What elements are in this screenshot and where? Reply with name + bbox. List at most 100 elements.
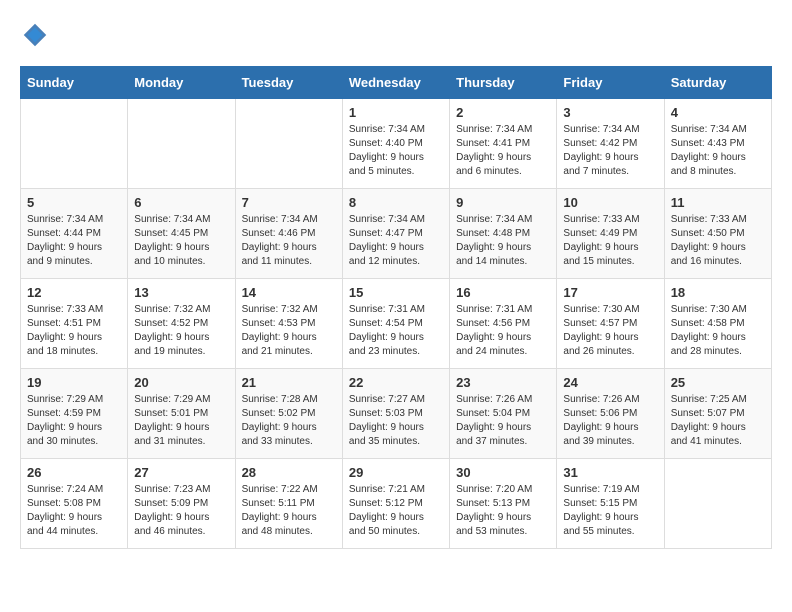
cell-week4-day2: 21 Sunrise: 7:28 AMSunset: 5:02 PMDayligh… — [235, 369, 342, 459]
day-number: 2 — [456, 105, 550, 120]
day-info: Sunrise: 7:32 AMSunset: 4:53 PMDaylight:… — [242, 303, 336, 359]
day-info: Sunrise: 7:28 AMSunset: 5:02 PMDaylight:… — [242, 393, 336, 449]
day-info: Sunrise: 7:26 AMSunset: 5:06 PMDaylight:… — [563, 393, 657, 449]
cell-week2-day6: 11 Sunrise: 7:33 AMSunset: 4:50 PMDayligh… — [664, 189, 771, 279]
calendar-header: SundayMondayTuesdayWednesdayThursdayFrid… — [21, 67, 772, 99]
day-number: 16 — [456, 285, 550, 300]
day-number: 21 — [242, 375, 336, 390]
day-info: Sunrise: 7:34 AMSunset: 4:42 PMDaylight:… — [563, 123, 657, 179]
header-wednesday: Wednesday — [342, 67, 449, 99]
week-row-4: 19Sunrise: 7:29 AMSunset: 4:59 PMDayligh… — [21, 369, 772, 459]
day-number: 29 — [349, 465, 443, 480]
day-info: Sunrise: 7:31 AMSunset: 4:54 PMDaylight:… — [349, 303, 443, 359]
header-sunday: Sunday — [21, 67, 128, 99]
day-number: 27 — [134, 465, 228, 480]
day-info: Sunrise: 7:29 AMSunset: 5:01 PMDaylight:… — [134, 393, 228, 449]
day-number: 19 — [27, 375, 121, 390]
cell-week4-day1: 20 Sunrise: 7:29 AMSunset: 5:01 PMDayligh… — [128, 369, 235, 459]
day-number: 24 — [563, 375, 657, 390]
day-number: 26 — [27, 465, 121, 480]
day-info: Sunrise: 7:34 AMSunset: 4:47 PMDaylight:… — [349, 213, 443, 269]
header-friday: Friday — [557, 67, 664, 99]
day-number: 4 — [671, 105, 765, 120]
day-number: 14 — [242, 285, 336, 300]
cell-week1-day5: 3 Sunrise: 7:34 AMSunset: 4:42 PMDaylight… — [557, 99, 664, 189]
day-info: Sunrise: 7:20 AMSunset: 5:13 PMDaylight:… — [456, 483, 550, 539]
cell-week5-day4: 30 Sunrise: 7:20 AMSunset: 5:13 PMDayligh… — [450, 459, 557, 549]
cell-week3-day6: 18 Sunrise: 7:30 AMSunset: 4:58 PMDayligh… — [664, 279, 771, 369]
cell-week2-day0: 5Sunrise: 7:34 AMSunset: 4:44 PMDaylight… — [21, 189, 128, 279]
cell-week2-day2: 7 Sunrise: 7:34 AMSunset: 4:46 PMDaylight… — [235, 189, 342, 279]
day-info: Sunrise: 7:32 AMSunset: 4:52 PMDaylight:… — [134, 303, 228, 359]
cell-week2-day1: 6Sunrise: 7:34 AMSunset: 4:45 PMDaylight… — [128, 189, 235, 279]
header-tuesday: Tuesday — [235, 67, 342, 99]
week-row-1: 1 Sunrise: 7:34 AMSunset: 4:40 PMDaylight… — [21, 99, 772, 189]
week-row-2: 5Sunrise: 7:34 AMSunset: 4:44 PMDaylight… — [21, 189, 772, 279]
cell-week1-day4: 2Sunrise: 7:34 AMSunset: 4:41 PMDaylight… — [450, 99, 557, 189]
header-monday: Monday — [128, 67, 235, 99]
cell-week2-day3: 8 Sunrise: 7:34 AMSunset: 4:47 PMDaylight… — [342, 189, 449, 279]
cell-week4-day5: 24 Sunrise: 7:26 AMSunset: 5:06 PMDayligh… — [557, 369, 664, 459]
day-number: 5 — [27, 195, 121, 210]
day-number: 15 — [349, 285, 443, 300]
day-number: 23 — [456, 375, 550, 390]
day-info: Sunrise: 7:33 AMSunset: 4:50 PMDaylight:… — [671, 213, 765, 269]
day-info: Sunrise: 7:24 AMSunset: 5:08 PMDaylight:… — [27, 483, 121, 539]
day-info: Sunrise: 7:33 AMSunset: 4:49 PMDaylight:… — [563, 213, 657, 269]
cell-week2-day5: 10 Sunrise: 7:33 AMSunset: 4:49 PMDayligh… — [557, 189, 664, 279]
cell-week1-day2 — [235, 99, 342, 189]
day-number: 9 — [456, 195, 550, 210]
day-info: Sunrise: 7:34 AMSunset: 4:46 PMDaylight:… — [242, 213, 336, 269]
cell-week1-day1 — [128, 99, 235, 189]
cell-week4-day3: 22 Sunrise: 7:27 AMSunset: 5:03 PMDayligh… — [342, 369, 449, 459]
cell-week4-day4: 23Sunrise: 7:26 AMSunset: 5:04 PMDayligh… — [450, 369, 557, 459]
day-info: Sunrise: 7:34 AMSunset: 4:48 PMDaylight:… — [456, 213, 550, 269]
day-number: 17 — [563, 285, 657, 300]
day-number: 25 — [671, 375, 765, 390]
day-number: 31 — [563, 465, 657, 480]
cell-week5-day6 — [664, 459, 771, 549]
header-row: SundayMondayTuesdayWednesdayThursdayFrid… — [21, 67, 772, 99]
cell-week3-day3: 15 Sunrise: 7:31 AMSunset: 4:54 PMDayligh… — [342, 279, 449, 369]
day-info: Sunrise: 7:27 AMSunset: 5:03 PMDaylight:… — [349, 393, 443, 449]
logo-icon — [20, 20, 50, 50]
calendar-body: 1 Sunrise: 7:34 AMSunset: 4:40 PMDaylight… — [21, 99, 772, 549]
cell-week3-day5: 17Sunrise: 7:30 AMSunset: 4:57 PMDayligh… — [557, 279, 664, 369]
cell-week4-day0: 19Sunrise: 7:29 AMSunset: 4:59 PMDayligh… — [21, 369, 128, 459]
day-number: 28 — [242, 465, 336, 480]
day-number: 6 — [134, 195, 228, 210]
day-number: 1 — [349, 105, 443, 120]
day-info: Sunrise: 7:34 AMSunset: 4:43 PMDaylight:… — [671, 123, 765, 179]
day-info: Sunrise: 7:21 AMSunset: 5:12 PMDaylight:… — [349, 483, 443, 539]
day-number: 10 — [563, 195, 657, 210]
cell-week3-day1: 13 Sunrise: 7:32 AMSunset: 4:52 PMDayligh… — [128, 279, 235, 369]
day-number: 11 — [671, 195, 765, 210]
day-info: Sunrise: 7:22 AMSunset: 5:11 PMDaylight:… — [242, 483, 336, 539]
week-row-5: 26 Sunrise: 7:24 AMSunset: 5:08 PMDayligh… — [21, 459, 772, 549]
cell-week5-day1: 27 Sunrise: 7:23 AMSunset: 5:09 PMDayligh… — [128, 459, 235, 549]
cell-week3-day4: 16 Sunrise: 7:31 AMSunset: 4:56 PMDayligh… — [450, 279, 557, 369]
cell-week1-day3: 1 Sunrise: 7:34 AMSunset: 4:40 PMDaylight… — [342, 99, 449, 189]
day-number: 30 — [456, 465, 550, 480]
day-number: 22 — [349, 375, 443, 390]
day-info: Sunrise: 7:34 AMSunset: 4:40 PMDaylight:… — [349, 123, 443, 179]
day-number: 8 — [349, 195, 443, 210]
day-number: 3 — [563, 105, 657, 120]
day-number: 13 — [134, 285, 228, 300]
header-area — [20, 20, 772, 50]
day-number: 18 — [671, 285, 765, 300]
logo — [20, 20, 54, 50]
cell-week5-day0: 26 Sunrise: 7:24 AMSunset: 5:08 PMDayligh… — [21, 459, 128, 549]
day-number: 7 — [242, 195, 336, 210]
header-saturday: Saturday — [664, 67, 771, 99]
cell-week5-day2: 28 Sunrise: 7:22 AMSunset: 5:11 PMDayligh… — [235, 459, 342, 549]
calendar-table: SundayMondayTuesdayWednesdayThursdayFrid… — [20, 66, 772, 549]
day-number: 20 — [134, 375, 228, 390]
day-info: Sunrise: 7:25 AMSunset: 5:07 PMDaylight:… — [671, 393, 765, 449]
day-info: Sunrise: 7:30 AMSunset: 4:58 PMDaylight:… — [671, 303, 765, 359]
day-number: 12 — [27, 285, 121, 300]
day-info: Sunrise: 7:23 AMSunset: 5:09 PMDaylight:… — [134, 483, 228, 539]
cell-week5-day3: 29 Sunrise: 7:21 AMSunset: 5:12 PMDayligh… — [342, 459, 449, 549]
day-info: Sunrise: 7:31 AMSunset: 4:56 PMDaylight:… — [456, 303, 550, 359]
cell-week4-day6: 25 Sunrise: 7:25 AMSunset: 5:07 PMDayligh… — [664, 369, 771, 459]
